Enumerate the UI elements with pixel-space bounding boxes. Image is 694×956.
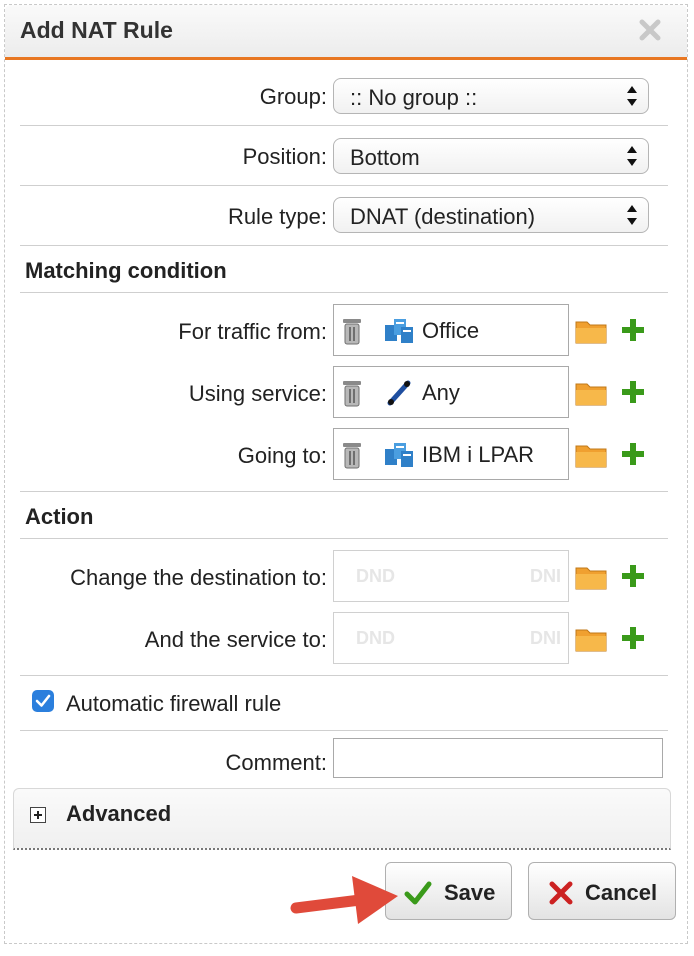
folder-icon[interactable] (575, 564, 607, 590)
traffic-from-label: For traffic from: (178, 319, 327, 344)
auto-firewall-checkbox[interactable] (32, 690, 54, 712)
close-icon[interactable] (635, 15, 665, 45)
network-hosts-icon (385, 443, 413, 467)
expand-icon[interactable] (30, 807, 46, 823)
going-to-object[interactable]: IBM i LPAR (333, 428, 569, 480)
trash-icon[interactable] (342, 379, 362, 407)
group-select[interactable]: :: No group :: (333, 78, 649, 114)
service-label: Using service: (188, 381, 327, 406)
divider (20, 292, 668, 293)
folder-icon[interactable] (575, 380, 607, 406)
divider (20, 185, 668, 186)
select-arrows-icon (627, 146, 637, 166)
folder-icon[interactable] (575, 318, 607, 344)
ghost-placeholder: DND (356, 628, 395, 648)
add-icon[interactable] (620, 625, 646, 651)
advanced-label: Advanced (66, 801, 172, 826)
add-icon[interactable] (620, 441, 646, 467)
save-label: Save (444, 880, 496, 905)
select-arrows-icon (627, 205, 637, 225)
rule-type-label: Rule type: (227, 204, 327, 229)
divider (20, 491, 668, 492)
service-to-label: And the service to: (144, 627, 327, 652)
annotation-arrow-icon (290, 876, 398, 924)
going-to-label: Going to: (237, 443, 327, 468)
add-icon[interactable] (620, 379, 646, 405)
network-hosts-icon (385, 319, 413, 343)
service-to-object[interactable]: DND DNI (333, 612, 569, 664)
rule-type-select[interactable]: DNAT (destination) (333, 197, 649, 233)
ghost-placeholder: DNI (530, 566, 561, 586)
dialog-title: Add NAT Rule (20, 17, 173, 43)
add-icon[interactable] (620, 317, 646, 343)
add-icon[interactable] (620, 563, 646, 589)
folder-icon[interactable] (575, 442, 607, 468)
divider (20, 730, 668, 731)
checkmark-icon (404, 881, 432, 905)
checkmark-icon (35, 694, 51, 707)
dialog-titlebar: Add NAT Rule (5, 5, 687, 60)
trash-icon[interactable] (342, 317, 362, 345)
change-destination-label: Change the destination to: (70, 565, 327, 590)
change-destination-object[interactable]: DND DNI (333, 550, 569, 602)
service-object[interactable]: Any (333, 366, 569, 418)
position-label: Position: (242, 144, 327, 169)
service-value: Any (422, 380, 460, 405)
folder-icon[interactable] (575, 626, 607, 652)
ghost-placeholder: DNI (530, 628, 561, 648)
comment-input[interactable] (333, 738, 663, 778)
trash-icon[interactable] (342, 441, 362, 469)
cancel-label: Cancel (585, 880, 658, 905)
position-select-value: Bottom (350, 145, 420, 170)
ghost-placeholder: DND (356, 566, 395, 586)
rule-type-select-value: DNAT (destination) (350, 204, 536, 229)
divider (20, 675, 668, 676)
auto-firewall-label[interactable]: Automatic firewall rule (66, 691, 281, 717)
select-arrows-icon (627, 86, 637, 106)
traffic-from-object[interactable]: Office (333, 304, 569, 356)
cancel-x-icon (549, 881, 573, 905)
divider (20, 125, 668, 126)
group-label: Group: (259, 84, 327, 109)
traffic-from-value: Office (422, 318, 480, 343)
matching-condition-heading: Matching condition (25, 258, 227, 283)
action-heading: Action (25, 504, 94, 529)
divider (20, 245, 668, 246)
service-any-icon (387, 380, 411, 406)
cancel-button[interactable]: Cancel (528, 862, 676, 920)
advanced-panel[interactable]: Advanced (13, 788, 671, 850)
position-select[interactable]: Bottom (333, 138, 649, 174)
comment-label: Comment: (225, 750, 327, 775)
divider (20, 538, 668, 539)
group-select-value: :: No group :: (350, 85, 478, 110)
going-to-value: IBM i LPAR (422, 442, 535, 467)
